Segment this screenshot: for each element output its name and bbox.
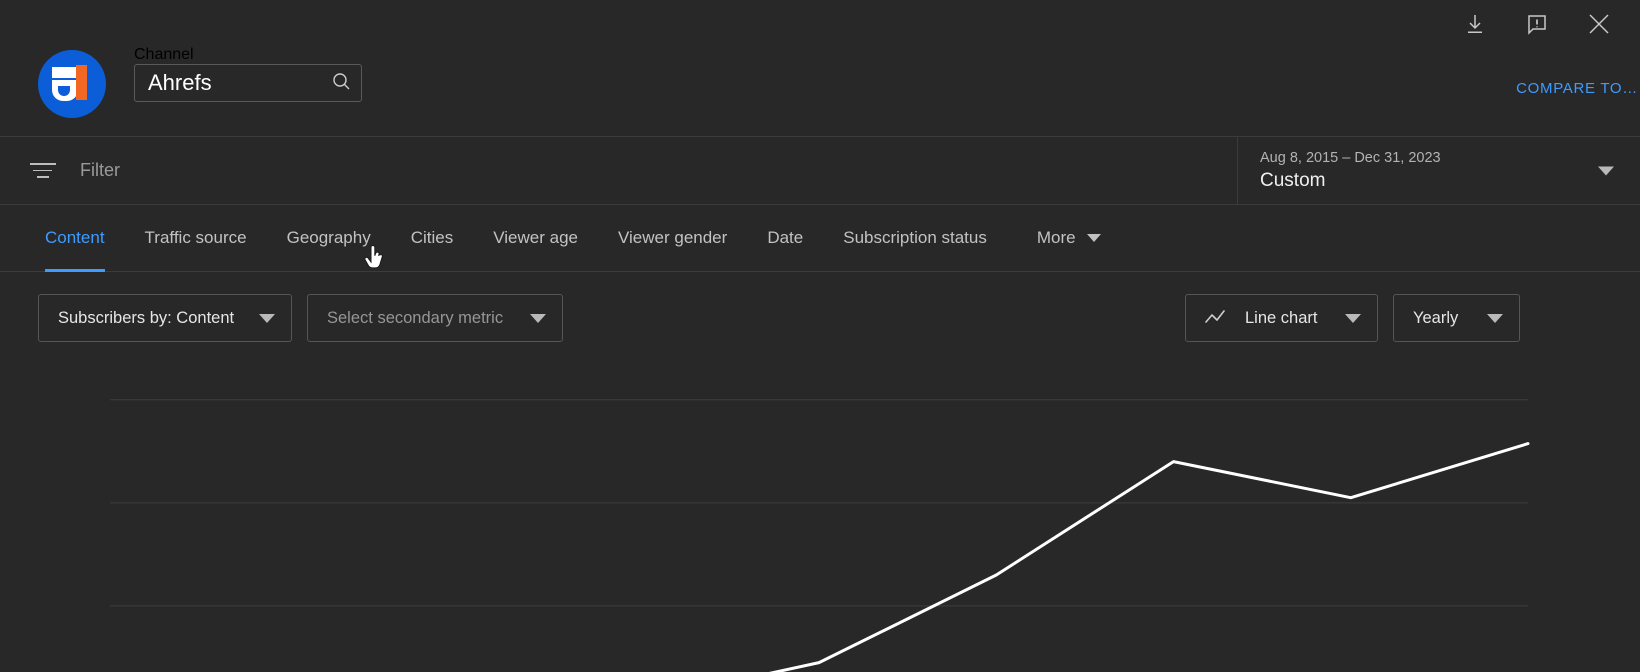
close-icon[interactable] <box>1582 7 1616 41</box>
series-line-subscribers <box>110 444 1528 672</box>
search-icon[interactable] <box>331 71 351 96</box>
period-dropdown[interactable]: Yearly <box>1393 294 1520 342</box>
tab-label: Subscription status <box>843 228 987 248</box>
chart-plot-area <box>0 362 1640 672</box>
chevron-down-icon[interactable] <box>1598 166 1614 175</box>
tab-content[interactable]: Content <box>25 205 125 272</box>
tab-cities[interactable]: Cities <box>391 205 474 272</box>
channel-search-input[interactable]: Ahrefs <box>148 72 331 94</box>
subscribers-line-chart: 120.0K 80.0K 40.0K 0 <box>0 362 1640 672</box>
line-chart-icon <box>1205 310 1231 326</box>
chevron-down-icon <box>1345 314 1361 323</box>
date-range-selector[interactable]: Aug 8, 2015 – Dec 31, 2023 Custom <box>1237 137 1640 204</box>
chevron-down-icon <box>530 314 546 323</box>
channel-search-box[interactable]: Ahrefs <box>134 64 362 102</box>
chevron-down-icon <box>259 314 275 323</box>
tab-subscription-status[interactable]: Subscription status <box>823 205 1007 272</box>
tab-traffic-source[interactable]: Traffic source <box>125 205 267 272</box>
dimension-tabs: Content Traffic source Geography Cities … <box>0 205 1640 272</box>
secondary-metric-dropdown[interactable]: Select secondary metric <box>307 294 563 342</box>
feedback-icon[interactable] <box>1520 7 1554 41</box>
download-icon[interactable] <box>1458 7 1492 41</box>
tab-more[interactable]: More <box>1007 205 1121 272</box>
tab-label: Viewer gender <box>618 228 727 248</box>
tab-label: Viewer age <box>493 228 578 248</box>
secondary-metric-label: Select secondary metric <box>327 309 503 328</box>
compare-to-button[interactable]: COMPARE TO… <box>1516 80 1640 97</box>
chart-gridlines <box>110 400 1528 606</box>
chart-type-dropdown[interactable]: Line chart <box>1185 294 1378 342</box>
tab-label: Cities <box>411 228 454 248</box>
date-range-value: Aug 8, 2015 – Dec 31, 2023 <box>1260 150 1640 166</box>
channel-avatar <box>38 50 106 118</box>
tab-viewer-age[interactable]: Viewer age <box>473 205 598 272</box>
filter-input[interactable]: Filter <box>80 160 120 181</box>
primary-metric-label: Subscribers by: Content <box>58 309 234 328</box>
window-controls <box>1458 0 1640 48</box>
channel-label: Channel <box>134 46 362 64</box>
date-range-preset: Custom <box>1260 170 1640 192</box>
tab-label: Content <box>45 228 105 248</box>
channel-block: Channel Ahrefs <box>38 46 362 118</box>
tab-geography[interactable]: Geography <box>267 205 391 272</box>
chart-type-label: Line chart <box>1245 309 1317 328</box>
top-bar: Channel Ahrefs COMPARE TO… <box>0 0 1640 136</box>
tab-label: Traffic source <box>145 228 247 248</box>
tab-more-label: More <box>1037 228 1076 248</box>
tab-label: Date <box>767 228 803 248</box>
filter-bar: Filter Aug 8, 2015 – Dec 31, 2023 Custom <box>0 136 1640 205</box>
primary-metric-dropdown[interactable]: Subscribers by: Content <box>38 294 292 342</box>
tab-label: Geography <box>287 228 371 248</box>
chart-controls: Subscribers by: Content Select secondary… <box>0 272 1640 362</box>
period-label: Yearly <box>1413 309 1458 328</box>
chevron-down-icon <box>1087 234 1101 242</box>
chevron-down-icon <box>1487 314 1503 323</box>
tab-date[interactable]: Date <box>747 205 823 272</box>
tab-viewer-gender[interactable]: Viewer gender <box>598 205 747 272</box>
filter-icon[interactable] <box>30 158 56 184</box>
